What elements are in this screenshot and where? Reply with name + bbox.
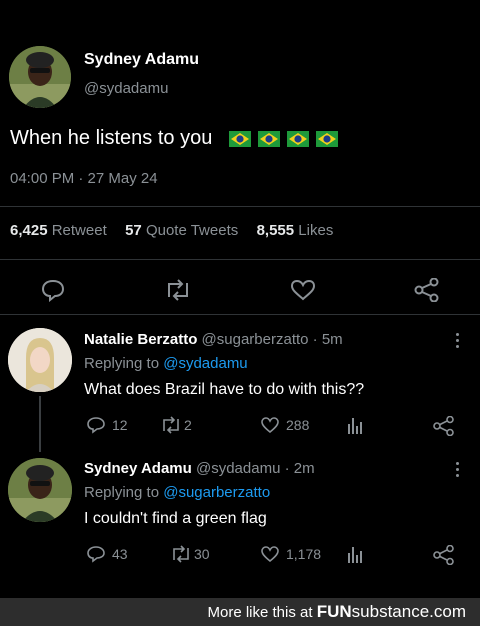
retweet-icon [173,545,189,563]
like-icon [261,546,279,563]
reply-time[interactable]: · 2m [285,460,315,477]
brazil-flag-icon [229,130,252,147]
footer-prefix: More like this at [207,604,313,621]
reply-header: Sydney Adamu @sydadamu · 2m [84,460,315,477]
avatar[interactable] [8,328,72,392]
brazil-flag-icon [316,130,339,147]
analytics-icon[interactable] [348,418,362,434]
retweet-count: 6,425 [10,222,48,239]
analytics-icon[interactable] [348,547,362,563]
reply-like-button[interactable]: 288 [260,416,309,434]
reply-retweet-button[interactable]: 2 [160,416,192,434]
divider [0,206,480,207]
retweet-icon[interactable] [164,279,192,301]
replying-to-label: Replying to [84,484,160,501]
avatar-photo [8,458,72,522]
share-icon[interactable] [433,416,455,436]
likes-count: 8,555 [256,222,295,239]
retweet-count: 30 [194,546,210,562]
reply-header: Natalie Berzatto @sugarberzatto · 5m [84,331,343,348]
reply-reply-button[interactable]: 12 [86,416,128,434]
like-count: 288 [286,417,310,433]
like-icon [261,417,279,434]
divider [0,259,480,260]
reply-text: I couldn't find a green flag [84,510,267,527]
reply-retweet-button[interactable]: 30 [170,545,210,563]
brazil-flag-icon [258,130,281,147]
reply-author-name[interactable]: Sydney Adamu [84,460,192,477]
reply-more-icon[interactable] [455,462,461,477]
quote-label: Quote Tweets [145,222,239,239]
replying-to-handle[interactable]: @sugarberzatto [163,484,270,501]
footer-brand-rest: substance.com [351,602,466,621]
reply-count: 12 [112,417,128,433]
reply-like-button[interactable]: 1,178 [260,545,321,563]
retweet-label: Retweet [51,222,107,239]
replying-to-label: Replying to [84,355,160,372]
share-icon[interactable] [414,278,440,302]
tweet-text-row: When he listens to you [10,127,345,150]
share-icon[interactable] [433,545,455,565]
tweet-timestamp[interactable]: 04:00 PM · 27 May 24 [10,170,158,187]
footer-bar: More like this at FUNsubstance.com [0,598,480,626]
quote-stat[interactable]: 57 Quote Tweets [125,222,238,239]
reply-author-name[interactable]: Natalie Berzatto [84,331,197,348]
reply-icon [87,417,105,434]
reply-icon[interactable] [40,278,66,302]
avatar-photo [8,328,72,392]
likes-label: Likes [298,222,334,239]
reply-author-handle[interactable]: @sugarberzatto [202,331,309,348]
reply-author-handle[interactable]: @sydadamu [196,460,280,477]
reply-reply-button[interactable]: 43 [86,545,128,563]
avatar[interactable] [8,458,72,522]
quote-count: 57 [125,222,142,239]
avatar-photo [9,46,71,108]
reply-thread-line [39,396,41,452]
replying-to: Replying to @sydadamu [84,355,248,372]
divider [0,314,480,315]
retweet-count: 2 [184,417,192,433]
reply-count: 43 [112,546,128,562]
retweet-icon [163,416,179,434]
reply-time[interactable]: · 5m [313,331,343,348]
author-name[interactable]: Sydney Adamu [84,51,199,69]
footer-text[interactable]: More like this at FUNsubstance.com [207,602,466,622]
retweet-stat[interactable]: 6,425 Retweet [10,222,107,239]
footer-brand-bold: FUN [316,602,352,621]
replying-to-handle[interactable]: @sydadamu [163,355,247,372]
tweet-text: When he listens to you [10,127,213,149]
author-handle[interactable]: @sydadamu [84,80,168,97]
likes-stat[interactable]: 8,555 Likes [257,222,334,239]
like-count: 1,178 [286,546,322,562]
brazil-flag-icon [287,130,310,147]
replying-to: Replying to @sugarberzatto [84,484,270,501]
reply-more-icon[interactable] [455,333,461,348]
reply-icon [87,546,105,563]
like-icon[interactable] [290,279,316,301]
reply-text: What does Brazil have to do with this?? [84,381,365,398]
tweet-stats: 6,425 Retweet 57 Quote Tweets 8,555 Like… [10,222,333,239]
avatar[interactable] [9,46,71,108]
